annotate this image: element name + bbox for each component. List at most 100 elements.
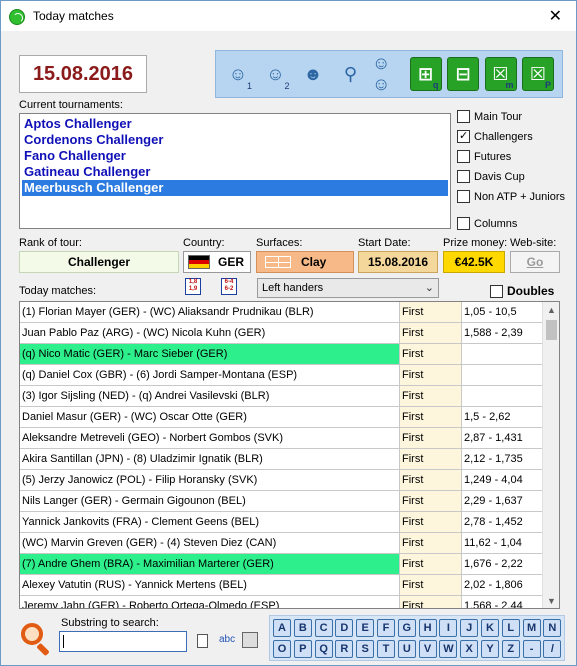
current-date-box: 15.08.2016 — [19, 55, 147, 93]
key-p[interactable]: P — [293, 640, 312, 658]
key-r[interactable]: R — [335, 640, 354, 658]
key-e[interactable]: E — [356, 619, 375, 637]
tournament-item[interactable]: Aptos Challenger — [22, 116, 448, 132]
table-row[interactable]: (3) Igor Sijsling (NED) - (q) Andrei Vas… — [20, 386, 542, 407]
table-row[interactable]: Nils Langer (GER) - Germain Gigounon (BE… — [20, 491, 542, 512]
filter-checkbox-non-atp-juniors[interactable]: Non ATP + Juniors — [457, 190, 565, 203]
table-row[interactable]: (5) Jerzy Janowicz (POL) - Filip Horansk… — [20, 470, 542, 491]
key-q[interactable]: Q — [314, 640, 333, 658]
search-input[interactable] — [59, 631, 187, 652]
table-row[interactable]: Alexey Vatutin (RUS) - Yannick Mertens (… — [20, 575, 542, 596]
match-odds: 1,05 - 10,5 — [464, 306, 517, 318]
filter-checkbox-challengers[interactable]: Challengers — [457, 129, 533, 143]
match-round: First — [400, 449, 462, 469]
matches-table: Jeremy Jahn (GER) - Roberto Ortega-Olmed… — [19, 301, 560, 609]
key-z[interactable]: Z — [501, 640, 520, 658]
excel-m-icon[interactable]: ☒ m — [484, 57, 517, 91]
table-row[interactable]: (1) Florian Mayer (GER) - (WC) Aliaksand… — [20, 302, 542, 323]
checkbox-box[interactable] — [457, 170, 470, 183]
key-x[interactable]: X — [460, 640, 479, 658]
filter-checkbox-davis-cup[interactable]: Davis Cup — [457, 170, 525, 183]
key-m[interactable]: M — [522, 619, 541, 637]
checkbox-box[interactable] — [457, 217, 470, 230]
filter-checkbox-futures[interactable]: Futures — [457, 150, 511, 163]
key-l[interactable]: L — [501, 619, 520, 637]
tournament-item[interactable]: Gatineau Challenger — [22, 164, 448, 180]
match-players: Akira Santillan (JPN) - (8) Uladzimir Ig… — [20, 449, 400, 469]
checkbox-box[interactable] — [457, 150, 470, 163]
match-round: First — [400, 344, 462, 364]
set-score-icon[interactable]: 6-4 6-2 — [221, 278, 237, 295]
table-row[interactable]: Juan Pablo Paz (ARG) - (WC) Nicola Kuhn … — [20, 323, 542, 344]
key-i[interactable]: I — [439, 619, 458, 637]
key-o[interactable]: O — [273, 640, 291, 658]
checkbox-box[interactable] — [457, 110, 470, 123]
add-qualifier-icon[interactable]: ⊞ q — [409, 57, 442, 91]
checkbox-box[interactable] — [457, 129, 470, 143]
filter-checkbox-columns[interactable]: Columns — [457, 217, 517, 230]
tennis-court-icon[interactable]: ⊟ — [447, 57, 479, 91]
scroll-thumb[interactable] — [546, 320, 557, 340]
table-row[interactable]: Yannick Jankovits (FRA) - Clement Geens … — [20, 512, 542, 533]
key-v[interactable]: V — [418, 640, 437, 658]
website-go-button[interactable]: Go — [510, 251, 560, 273]
key-y[interactable]: Y — [481, 640, 499, 658]
player-icon[interactable]: ☻ — [297, 57, 329, 91]
draw-score-icon[interactable]: 1,8 1,9 — [185, 278, 201, 295]
table-row[interactable]: Daniel Masur (GER) - (WC) Oscar Otte (GE… — [20, 407, 542, 428]
key-t[interactable]: T — [377, 640, 395, 658]
clipboard-icon[interactable] — [242, 632, 258, 648]
table-row[interactable]: (WC) Marvin Greven (GER) - (4) Steven Di… — [20, 533, 542, 554]
key-u[interactable]: U — [397, 640, 416, 658]
player-2-icon[interactable]: ☺ 2 — [260, 57, 292, 92]
player-search-icon[interactable]: ⚲ — [335, 57, 367, 91]
handers-dropdown[interactable]: Left handers ⌄ — [257, 278, 439, 298]
table-row[interactable]: (q) Daniel Cox (GBR) - (6) Jordi Samper-… — [20, 365, 542, 386]
tournament-list[interactable]: Aptos Challenger Cordenons Challenger Fano… — [19, 113, 451, 229]
match-odds: 11,62 - 1,04 — [464, 537, 522, 549]
key-j[interactable]: J — [460, 619, 479, 637]
matches-scrollbar[interactable]: ▲ ▼ — [542, 302, 559, 608]
tournament-item[interactable]: Fano Challenger — [22, 148, 448, 164]
key-w[interactable]: W — [439, 640, 458, 658]
players-group-icon[interactable]: ☺☺ — [372, 53, 404, 94]
doubles-checkbox-box[interactable] — [490, 284, 503, 298]
match-odds: 1,249 - 4,04 — [464, 474, 523, 486]
close-button[interactable]: ✕ — [549, 6, 562, 26]
filter-checkbox-main-tour[interactable]: Main Tour — [457, 110, 522, 123]
document-icon[interactable] — [197, 634, 208, 648]
toolbar: ☺ 1 ☺ 2 ☻ ⚲ ☺☺ ⊞ q ⊟ ☒ m ☒ P — [215, 50, 563, 98]
key-slash[interactable]: / — [543, 640, 562, 658]
table-row[interactable]: (7) Andre Ghem (BRA) - Maximilian Marter… — [20, 554, 542, 575]
prize-label: Prize money: — [443, 237, 508, 249]
table-row[interactable]: Jeremy Jahn (GER) - Roberto Ortega-Olmed… — [20, 596, 542, 608]
excel-p-icon[interactable]: ☒ P — [522, 57, 554, 91]
tournament-item[interactable]: Meerbusch Challenger — [22, 180, 448, 196]
website-label: Web-site: — [510, 237, 557, 249]
spellcheck-icon[interactable]: abc — [219, 634, 235, 645]
table-row[interactable]: Akira Santillan (JPN) - (8) Uladzimir Ig… — [20, 449, 542, 470]
table-row[interactable]: (q) Nico Matic (GER) - Marc Sieber (GER)… — [20, 344, 542, 365]
key-d[interactable]: D — [335, 619, 354, 637]
key-g[interactable]: G — [397, 619, 416, 637]
key-h[interactable]: H — [418, 619, 437, 637]
table-row[interactable]: Aleksandre Metreveli (GEO) - Norbert Gom… — [20, 428, 542, 449]
tournament-item[interactable]: Cordenons Challenger — [22, 132, 448, 148]
doubles-checkbox[interactable]: Doubles — [490, 284, 554, 298]
key-f[interactable]: F — [377, 619, 395, 637]
key-b[interactable]: B — [293, 619, 312, 637]
title-bar: Today matches ✕ — [1, 1, 576, 31]
match-round: First — [400, 575, 462, 595]
country-code: GER — [217, 255, 244, 269]
key-k[interactable]: K — [481, 619, 499, 637]
key-s[interactable]: S — [356, 640, 375, 658]
scroll-down-icon[interactable]: ▼ — [547, 596, 556, 606]
checkbox-box[interactable] — [457, 190, 470, 203]
key-n[interactable]: N — [543, 619, 562, 637]
search-icon[interactable] — [19, 621, 53, 657]
key-dash[interactable]: - — [522, 640, 541, 658]
key-a[interactable]: A — [273, 619, 291, 637]
scroll-up-icon[interactable]: ▲ — [547, 305, 556, 315]
player-1-icon[interactable]: ☺ 1 — [222, 57, 254, 92]
key-c[interactable]: C — [314, 619, 333, 637]
